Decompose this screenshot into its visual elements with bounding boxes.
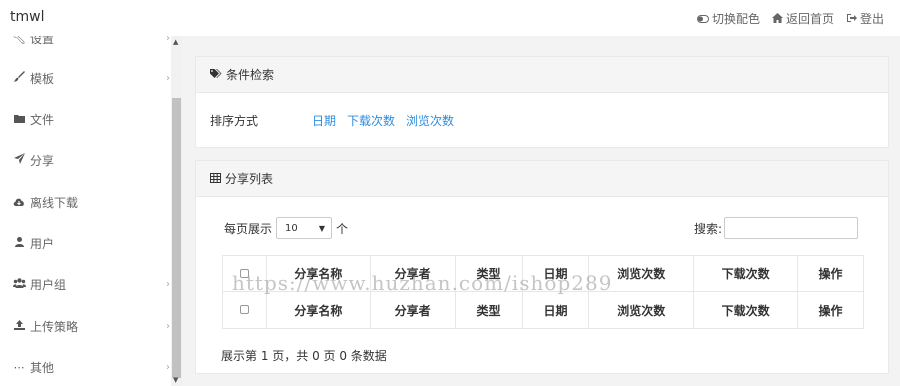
sidebar-item-label: 上传策略 <box>30 319 79 334</box>
sort-by-date-link[interactable]: 日期 <box>312 112 336 129</box>
sidebar-item-other[interactable]: ⋯ 其他 › <box>0 357 171 377</box>
upload-icon <box>12 319 26 333</box>
column-header-date[interactable]: 日期 <box>521 255 590 292</box>
share-list-title: 分享列表 <box>225 172 274 186</box>
column-footer-sharer: 分享者 <box>369 291 456 329</box>
scroll-up-arrow-icon[interactable]: ▲ <box>173 38 178 46</box>
sidebar-item-label: 离线下载 <box>30 195 79 210</box>
table-footer-row: 分享名称 分享者 类型 日期 浏览次数 下载次数 操作 <box>222 291 864 329</box>
select-all-cell <box>222 291 267 329</box>
column-header-sharer[interactable]: 分享者 <box>369 255 456 292</box>
page-size-select[interactable]: 10 ▼ <box>276 217 333 239</box>
column-header-views[interactable]: 浏览次数 <box>588 255 695 292</box>
column-footer-share-name: 分享名称 <box>265 291 371 329</box>
share-list-header: 分享列表 <box>196 161 888 197</box>
filter-panel-header: 条件检索 <box>196 57 888 93</box>
logout-icon <box>846 12 857 26</box>
page-size-control: 每页展示 10 ▼ 个 <box>224 217 348 239</box>
sidebar-item-label: 用户组 <box>30 277 67 292</box>
back-home-link[interactable]: 返回首页 <box>771 10 834 27</box>
sidebar-item-label: 模板 <box>30 71 55 86</box>
column-footer-actions: 操作 <box>797 291 864 329</box>
select-all-cell <box>222 255 267 292</box>
select-caret-icon: ▼ <box>318 223 326 233</box>
sort-by-downloads-link[interactable]: 下载次数 <box>347 112 395 129</box>
column-footer-downloads: 下载次数 <box>693 291 799 329</box>
share-table: 分享名称 分享者 类型 日期 浏览次数 下载次数 操作 分享名称 分享者 类型 … <box>222 255 864 329</box>
sidebar-scroll-thumb[interactable] <box>172 98 181 378</box>
page-size-suffix: 个 <box>336 221 349 236</box>
table-info: 展示第 1 页，共 0 页 0 条数据 <box>221 349 387 363</box>
home-icon <box>771 12 783 26</box>
scroll-down-arrow-icon[interactable]: ▼ <box>173 376 178 384</box>
chevron-right-icon: › <box>166 320 170 332</box>
users-icon <box>12 277 26 291</box>
send-icon <box>12 153 26 167</box>
sort-by-views-link[interactable]: 浏览次数 <box>406 112 454 129</box>
sort-row: 排序方式 日期 下载次数 浏览次数 <box>210 112 465 129</box>
filter-panel: 条件检索 排序方式 日期 下载次数 浏览次数 <box>195 56 889 148</box>
select-all-checkbox[interactable] <box>239 305 249 314</box>
sidebar-item-templates[interactable]: 模板 › <box>0 68 170 88</box>
tags-icon <box>210 68 222 82</box>
chevron-right-icon: › <box>166 36 170 44</box>
sidebar: 🔧︎ 设置 › 模板 › 文件 分享 离线下载 用户 用户组 › 上传策略 › … <box>0 36 182 386</box>
more-icon: ⋯ <box>13 360 25 374</box>
sidebar-item-offline-download[interactable]: 离线下载 <box>0 192 170 212</box>
column-footer-type: 类型 <box>454 291 523 329</box>
sidebar-item-settings[interactable]: 🔧︎ 设置 › <box>0 36 170 48</box>
cloud-download-icon <box>12 196 26 209</box>
sidebar-item-label: 用户 <box>30 236 55 251</box>
sidebar-item-files[interactable]: 文件 <box>0 109 170 129</box>
table-icon <box>210 172 221 186</box>
wrench-icon: 🔧︎ <box>12 36 26 45</box>
brush-icon <box>12 71 26 85</box>
search-input[interactable] <box>724 217 858 239</box>
folder-icon <box>12 113 26 126</box>
share-list-panel: 分享列表 每页展示 10 ▼ 个 搜索: 分享名称 分享者 类型 日期 浏览次数… <box>195 160 889 374</box>
logout-label: 登出 <box>859 12 884 26</box>
user-icon <box>12 236 26 250</box>
page-size-prefix: 每页展示 <box>224 221 273 236</box>
search-label: 搜索: <box>693 221 722 236</box>
logout-link[interactable]: 登出 <box>846 10 884 27</box>
sidebar-item-share[interactable]: 分享 <box>0 150 170 170</box>
column-footer-date: 日期 <box>521 291 590 329</box>
sidebar-item-user-groups[interactable]: 用户组 › <box>0 274 170 294</box>
sidebar-item-label: 其他 <box>30 360 55 375</box>
column-header-share-name[interactable]: 分享名称 <box>265 255 371 292</box>
sidebar-item-upload-policy[interactable]: 上传策略 › <box>0 316 170 336</box>
search-control: 搜索: <box>694 217 858 239</box>
page-size-value: 10 <box>285 222 298 234</box>
sidebar-item-label: 文件 <box>30 112 55 127</box>
chevron-right-icon: › <box>166 361 170 373</box>
top-bar: tmwl 切换配色 返回首页 登出 <box>0 0 900 36</box>
column-footer-views: 浏览次数 <box>588 291 695 329</box>
sort-label: 排序方式 <box>210 114 259 128</box>
sidebar-item-label: 分享 <box>30 153 55 168</box>
toggle-icon <box>696 12 709 26</box>
sidebar-item-label: 设置 <box>30 36 55 46</box>
sidebar-item-users[interactable]: 用户 <box>0 233 170 253</box>
table-header-row: 分享名称 分享者 类型 日期 浏览次数 下载次数 操作 <box>222 255 864 292</box>
header-actions: 切换配色 返回首页 登出 <box>696 10 884 27</box>
column-header-downloads[interactable]: 下载次数 <box>693 255 799 292</box>
back-home-label: 返回首页 <box>785 12 834 26</box>
column-header-actions: 操作 <box>797 255 864 292</box>
toggle-theme-link[interactable]: 切换配色 <box>696 10 760 27</box>
column-header-type[interactable]: 类型 <box>454 255 523 292</box>
chevron-right-icon: › <box>166 72 170 84</box>
chevron-right-icon: › <box>166 278 170 290</box>
toggle-theme-label: 切换配色 <box>711 12 760 26</box>
brand-title[interactable]: tmwl <box>10 9 44 25</box>
select-all-checkbox[interactable] <box>239 268 249 278</box>
filter-panel-title: 条件检索 <box>226 68 275 82</box>
